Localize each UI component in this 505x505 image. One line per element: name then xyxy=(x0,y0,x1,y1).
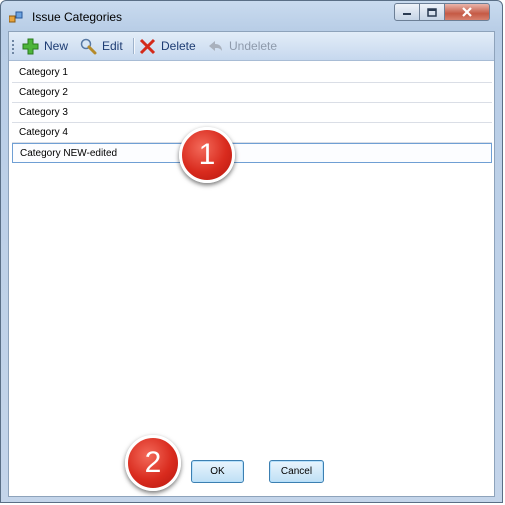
maximize-button[interactable] xyxy=(419,3,445,21)
edit-label: Edit xyxy=(102,39,123,53)
dialog-body: New Edit Delete Undelete Category 1 Cate… xyxy=(8,31,495,497)
delete-x-icon xyxy=(139,38,156,54)
minimize-icon xyxy=(403,13,411,15)
annotation-badge-1: 1 xyxy=(179,127,235,183)
delete-label: Delete xyxy=(161,39,196,53)
window-title: Issue Categories xyxy=(32,10,123,24)
list-item[interactable]: Category 2 xyxy=(12,83,492,103)
toolbar-separator xyxy=(133,38,135,54)
annotation-badge-2: 2 xyxy=(125,435,181,491)
title-bar[interactable]: Issue Categories xyxy=(1,1,504,31)
issue-categories-window: Issue Categories New Edit Delete Undelet… xyxy=(0,0,503,503)
undelete-label: Undelete xyxy=(229,39,278,53)
pencil-icon xyxy=(80,38,97,54)
close-icon xyxy=(462,7,472,17)
delete-button[interactable]: Delete xyxy=(139,36,196,56)
new-button[interactable]: New xyxy=(22,36,68,56)
plus-icon xyxy=(22,38,39,54)
edit-button[interactable]: Edit xyxy=(80,36,123,56)
list-item-selected[interactable]: Category NEW-edited xyxy=(12,143,492,163)
category-list[interactable]: Category 1 Category 2 Category 3 Categor… xyxy=(12,63,492,163)
app-icon xyxy=(9,11,23,23)
toolbar: New Edit Delete Undelete xyxy=(9,32,494,61)
toolbar-grip[interactable] xyxy=(12,40,16,54)
minimize-button[interactable] xyxy=(394,3,420,21)
new-label: New xyxy=(44,39,69,53)
close-button[interactable] xyxy=(444,3,490,21)
list-item[interactable]: Category 1 xyxy=(12,63,492,83)
undelete-button[interactable]: Undelete xyxy=(207,36,277,56)
list-item[interactable]: Category 4 xyxy=(12,123,492,143)
list-item[interactable]: Category 3 xyxy=(12,103,492,123)
maximize-icon xyxy=(427,7,437,17)
undo-arrow-icon xyxy=(209,40,222,51)
ok-button[interactable]: OK xyxy=(191,460,244,483)
cancel-button[interactable]: Cancel xyxy=(269,460,324,483)
